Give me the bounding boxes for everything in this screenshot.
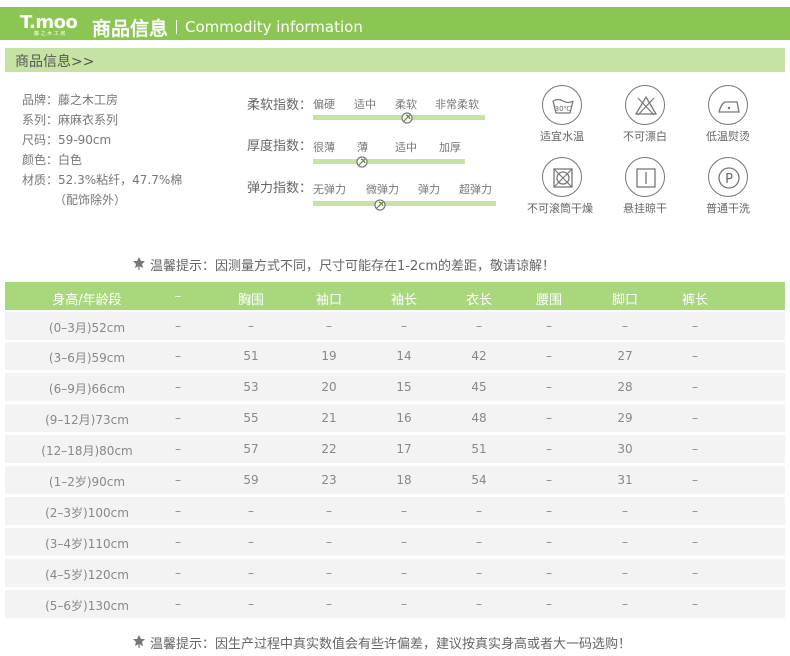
thickness-option: 加厚 <box>439 141 461 154</box>
care-label: 悬挂晾干 <box>623 202 667 215</box>
table-cell: – <box>692 380 698 394</box>
softness-track <box>313 115 485 120</box>
table-cell: – <box>692 504 698 518</box>
section-bar <box>5 48 785 72</box>
table-cell: – <box>692 349 698 363</box>
softness-marker-icon <box>401 112 413 124</box>
table-row-label: (2–3岁)100cm <box>45 506 129 520</box>
softness-label: 柔软指数： <box>247 98 313 113</box>
thickness-option: 很薄 <box>313 141 335 154</box>
brand-logo-subtext: 藤 之 木 工 房 <box>34 31 66 37</box>
info-brand: 品牌：藤之木工房 <box>22 93 119 107</box>
thickness-track <box>313 159 465 164</box>
hang-dry-icon <box>625 157 665 197</box>
thickness-option: 薄 <box>357 141 368 154</box>
elasticity-option: 无弹力 <box>313 183 346 196</box>
banner-title: 商品信息 <box>92 18 169 40</box>
dry-clean-icon: P <box>708 157 748 197</box>
elasticity-label: 弹力指数： <box>247 181 313 196</box>
info-color: 颜色：白色 <box>22 153 83 167</box>
table-row-label: (4–5岁)120cm <box>45 568 129 582</box>
table-cell: – <box>692 566 698 580</box>
elasticity-marker-icon <box>374 199 386 211</box>
table-cell: – <box>692 597 698 611</box>
table-header-cell: 裤长 <box>681 293 708 308</box>
table-header-cell: 身高/年龄段 <box>52 293 122 308</box>
care-label: 不可漂白 <box>623 130 667 143</box>
tip-measurement: 温馨提示：因测量方式不同，尺寸可能存在1-2cm的差距，敬请谅解！ <box>150 259 556 274</box>
table-row-label: (5–6岁)130cm <box>45 599 129 613</box>
elasticity-option: 超弹力 <box>459 183 492 196</box>
info-series: 系列：麻麻衣系列 <box>22 113 119 127</box>
table-row-label: (6–9月)66cm <box>48 382 126 396</box>
softness-option: 适中 <box>354 98 376 111</box>
section-title: 商品信息>> <box>15 54 95 70</box>
elasticity-option: 弹力 <box>418 183 440 196</box>
softness-option: 非常柔软 <box>435 98 479 111</box>
leaf-icon <box>133 257 145 270</box>
care-label: 低温熨烫 <box>706 130 750 143</box>
banner-title-en: Commodity information <box>185 18 363 36</box>
softness-option: 柔软 <box>395 98 417 111</box>
svg-text:P: P <box>725 172 733 187</box>
care-label: 普通干洗 <box>706 202 750 215</box>
care-label: 适宜水温 <box>540 130 584 143</box>
table-row-label: (1–2岁)90cm <box>48 475 126 489</box>
banner-divider <box>176 20 177 34</box>
table-cell: – <box>692 473 698 487</box>
table-cell: – <box>692 442 698 456</box>
table-row-label: (0–3月)52cm <box>48 321 126 335</box>
table-row-label: (3–4岁)110cm <box>45 537 129 551</box>
table-row-label: (3–6月)59cm <box>48 351 126 365</box>
no-tumble-dry-icon <box>542 157 582 197</box>
elasticity-track <box>313 201 496 206</box>
info-size: 尺码：59-90cm <box>22 133 112 147</box>
wash-30-icon: 30℃ <box>542 85 582 125</box>
thickness-marker-icon <box>356 156 368 168</box>
care-label: 不可滚筒干燥 <box>527 202 593 215</box>
table-cell: – <box>692 535 698 549</box>
tip-production: 温馨提示：因生产过程中真实数值会有些许偏差，建议按真实身高或者大一码选购！ <box>150 637 632 652</box>
info-material: 材质：52.3%粘纤，47.7%棉 <box>22 173 183 187</box>
table-row-label: (12–18月)80cm <box>41 444 133 458</box>
svg-text:30℃: 30℃ <box>555 105 572 113</box>
no-bleach-icon <box>625 85 665 125</box>
table-row-label: (9–12月)73cm <box>45 413 129 427</box>
leaf-icon <box>133 635 145 648</box>
table-cell: – <box>692 411 698 425</box>
thickness-label: 厚度指数： <box>247 139 313 154</box>
softness-option: 偏硬 <box>313 98 335 111</box>
elasticity-option: 微弹力 <box>366 183 399 196</box>
iron-low-icon <box>708 85 748 125</box>
info-note: （配饰除外） <box>54 193 127 207</box>
table-cell: – <box>692 319 698 333</box>
thickness-option: 适中 <box>395 141 417 154</box>
